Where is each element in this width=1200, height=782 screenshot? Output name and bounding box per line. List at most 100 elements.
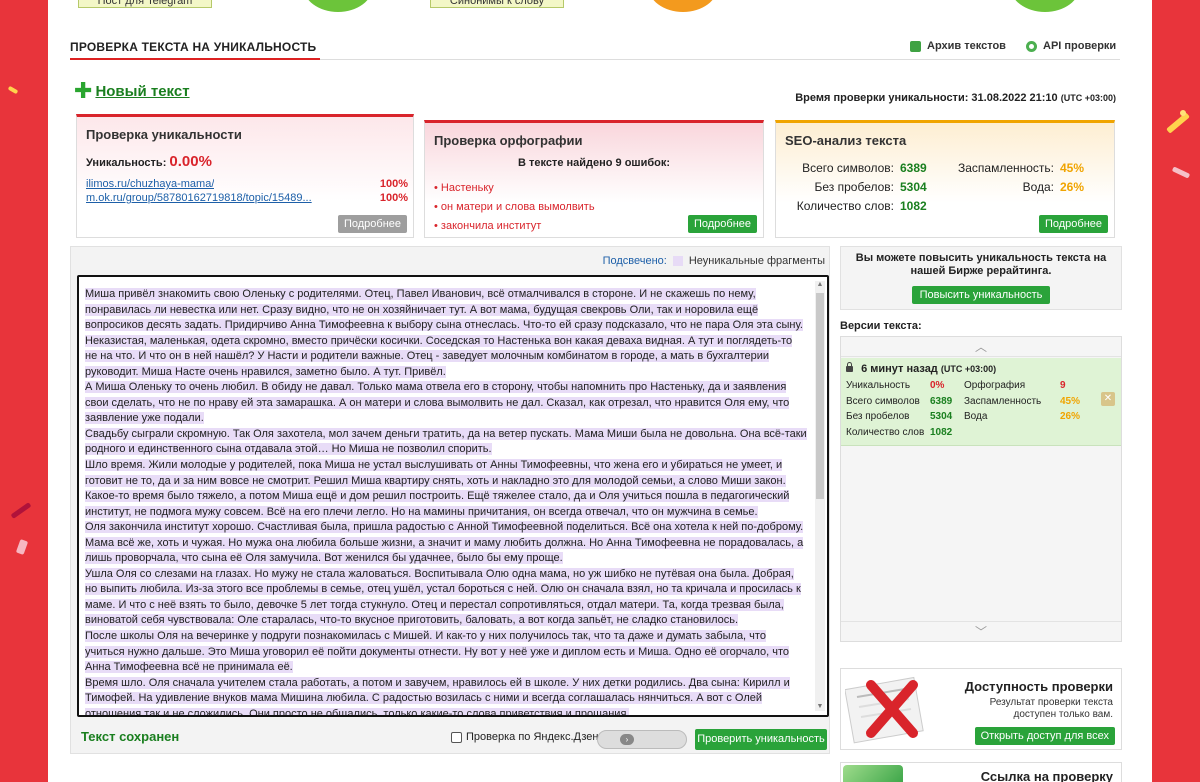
gear-icon — [1026, 40, 1037, 52]
error-item[interactable]: Настеньку — [434, 179, 595, 198]
seo-water-value: 26% — [1060, 180, 1085, 194]
archive-icon — [910, 40, 921, 52]
rewrite-upsell: Вы можете повысить уникальность текста н… — [840, 246, 1122, 310]
text-paragraph: Какое-то время было тяжело, а потом Миша… — [85, 490, 790, 518]
version-water: Вода 26% — [964, 411, 1080, 422]
seo-water-label: Вода: — [1022, 180, 1054, 194]
version-total-value: 6389 — [930, 396, 953, 407]
increase-uniqueness-button[interactable]: Повысить уникальность — [911, 286, 1051, 304]
highlight-legend-label[interactable]: Подсвечено: — [603, 255, 667, 267]
source-row: ilimos.ru/chuzhaya-mama/ 100% — [86, 178, 408, 190]
promo-green-icon — [303, 0, 373, 12]
source-link[interactable]: ilimos.ru/chuzhaya-mama/ — [86, 178, 214, 190]
seo-no-spaces-label: Без пробелов: — [814, 180, 895, 194]
chevron-down-icon[interactable]: ﹀ — [841, 621, 1121, 641]
seo-card-title: SEO-анализ текста — [785, 133, 907, 148]
new-text-label[interactable]: Новый текст — [95, 83, 189, 100]
text-paragraph: Неказистая, маленькая, одета скромно, вм… — [85, 334, 793, 378]
seo-words-label: Количество слов: — [796, 199, 894, 213]
confetti-decoration — [1180, 110, 1186, 116]
source-percent: 100% — [379, 178, 408, 190]
seo-no-spaces-value: 5304 — [900, 180, 927, 194]
seo-words-value: 1082 — [900, 199, 927, 213]
check-uniqueness-button[interactable]: Проверить уникальность — [695, 729, 827, 750]
version-item[interactable]: 6 минут назад (UTC +03:00) Уникальность 0… — [841, 358, 1121, 446]
source-row: m.ok.ru/group/58780162719818/topic/15489… — [86, 192, 408, 204]
seo-words: Количество слов: 1082 — [784, 199, 927, 213]
archive-label: Архив текстов — [927, 40, 1006, 52]
title-divider — [320, 59, 1120, 60]
seo-water: Вода: 26% — [946, 180, 1084, 194]
uniqueness-value: 0.00% — [169, 153, 212, 170]
uniqueness-line: Уникальность: 0.00% — [86, 153, 212, 170]
version-words-label: Количество слов — [846, 427, 925, 438]
text-paragraph: Ушла Оля со слезами на глазах. Но мужу н… — [85, 567, 801, 627]
version-spam-label: Заспамленность — [964, 396, 1042, 407]
text-paragraph: Свадьбу сыграли скромную. Так Оля захоте… — [85, 427, 807, 456]
new-text-link[interactable]: ✚ Новый текст — [74, 78, 190, 103]
scroll-down-arrow-icon[interactable]: ▼ — [816, 703, 824, 711]
upsell-text: Вы можете повысить уникальность текста н… — [855, 252, 1107, 277]
api-link[interactable]: API проверки — [1026, 40, 1116, 52]
version-total: Всего символов 6389 — [846, 396, 952, 407]
versions-title: Версии текста: — [840, 320, 922, 332]
title-underline — [70, 58, 320, 60]
errors-heading: В тексте найдено 9 ошибок: — [517, 157, 671, 169]
plus-icon: ✚ — [74, 78, 93, 103]
close-icon[interactable]: ✕ — [1101, 392, 1115, 406]
text-content[interactable]: Миша привёл знакомить свою Оленьку с род… — [85, 287, 807, 715]
chevron-up-icon[interactable]: ︿ — [841, 337, 1121, 357]
spelling-card: Проверка орфографии В тексте найдено 9 о… — [424, 120, 764, 238]
main-page: Пост для Telegram Синонимы к слову ПРОВЕ… — [48, 0, 1152, 782]
seo-more-button[interactable]: Подробнее — [1038, 215, 1108, 233]
checkbox-icon[interactable] — [451, 731, 462, 743]
version-nospace-value: 5304 — [930, 411, 953, 422]
text-paragraph: После школы Оля на вечеринке у подруги п… — [85, 630, 790, 674]
seo-no-spaces: Без пробелов: 5304 — [784, 180, 927, 194]
promo-synonyms-button[interactable]: Синонимы к слову — [430, 0, 564, 8]
confetti-decoration — [1171, 166, 1191, 179]
text-paragraph: Шло время. Жили молодые у родителей, пок… — [85, 459, 786, 487]
error-item[interactable]: закончила институт — [434, 217, 595, 236]
access-title: Доступность проверки — [964, 679, 1113, 694]
source-link[interactable]: m.ok.ru/group/58780162719818/topic/15489… — [86, 192, 312, 204]
api-label: API проверки — [1043, 40, 1117, 52]
seo-spam-label: Заспамленность: — [957, 161, 1054, 175]
seo-card: SEO-анализ текста Всего символов: 6389 Бе… — [775, 120, 1115, 238]
toggle-knob-icon[interactable]: › — [620, 734, 634, 745]
version-nospace: Без пробелов 5304 — [846, 411, 952, 422]
text-saved-status: Текст сохранен — [81, 729, 180, 744]
archive-link[interactable]: Архив текстов — [910, 40, 1006, 52]
errors-list: Настеньку он матери и слова вымолвить за… — [434, 179, 595, 236]
version-spelling-label: Орфография — [964, 380, 1026, 391]
access-denied-icon — [845, 676, 924, 744]
text-paragraph: Миша привёл знакомить свою Оленьку с род… — [85, 288, 803, 332]
dzen-checkbox[interactable]: Проверка по Яндекс.Дзен — [451, 731, 598, 743]
text-editor[interactable]: Миша привёл знакомить свою Оленьку с род… — [77, 275, 829, 717]
scroll-thumb[interactable] — [816, 293, 824, 499]
versions-panel: ︿ 6 минут назад (UTC +03:00) Уникальност… — [840, 336, 1122, 642]
text-scrollbar[interactable]: ▲ ▼ — [815, 281, 825, 711]
version-spam: Заспамленность 45% — [964, 396, 1080, 407]
open-access-button[interactable]: Открыть доступ для всех — [974, 727, 1115, 745]
error-item[interactable]: он матери и слова вымолвить — [434, 198, 595, 217]
uniqueness-card-title: Проверка уникальности — [86, 127, 242, 142]
version-spam-value: 45% — [1060, 396, 1081, 407]
version-water-label: Вода — [964, 411, 988, 422]
check-time: Время проверки уникальности: 31.08.2022 … — [795, 92, 1116, 104]
version-spelling: Орфография 9 — [964, 380, 1066, 391]
promo-orange-icon — [648, 0, 718, 12]
text-paragraph: Время шло. Оля сначала учителем стала ра… — [85, 676, 790, 715]
spelling-more-button[interactable]: Подробнее — [687, 215, 757, 233]
text-paragraph: Оля закончила институт хорошо. Счастлива… — [85, 521, 804, 565]
promo-telegram-button[interactable]: Пост для Telegram — [78, 0, 212, 8]
seo-total-chars-value: 6389 — [900, 161, 927, 175]
link-check-title[interactable]: Ссылка на проверку — [981, 769, 1113, 782]
link-check-panel: Ссылка на проверку — [840, 762, 1122, 782]
uniqueness-more-button[interactable]: Подробнее — [337, 215, 407, 233]
version-uniqueness: Уникальность 0% — [846, 380, 944, 391]
mode-toggle[interactable]: › — [597, 730, 687, 749]
scroll-up-arrow-icon[interactable]: ▲ — [816, 281, 824, 289]
seo-total-chars: Всего символов: 6389 — [784, 161, 927, 175]
highlight-legend: Подсвечено: Неуникальные фрагменты — [603, 255, 825, 267]
